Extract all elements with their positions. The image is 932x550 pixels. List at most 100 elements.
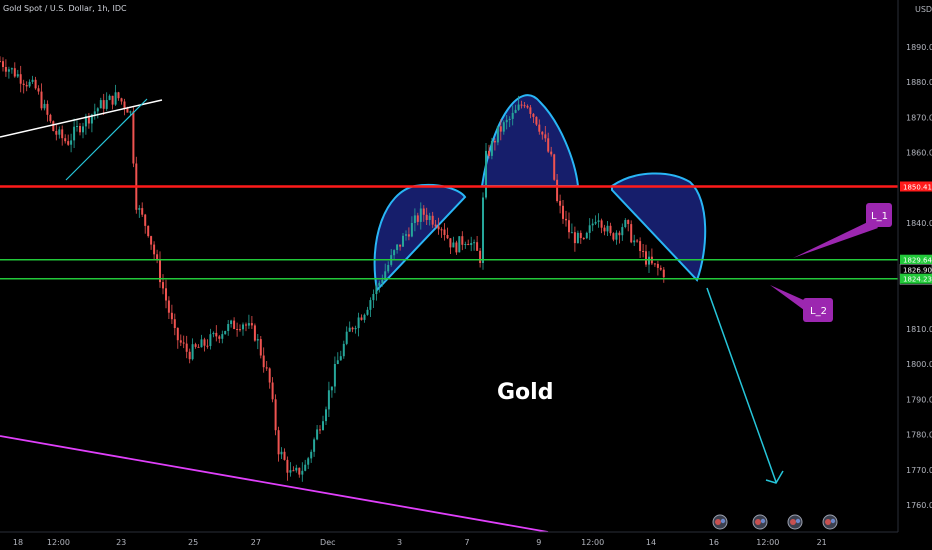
candle-body <box>609 225 612 234</box>
time-tick-label: Dec <box>320 538 335 547</box>
candle-body <box>265 367 268 369</box>
candle-body <box>79 126 81 133</box>
candle-body <box>467 244 470 245</box>
candle-body <box>49 114 52 122</box>
cyan-trend-line[interactable] <box>65 98 148 181</box>
candle-body <box>2 61 4 67</box>
candle-body <box>7 69 10 72</box>
candle-body <box>28 81 31 87</box>
candle-body <box>245 324 247 326</box>
flag-dot-icon <box>720 518 726 524</box>
candle-body <box>345 331 348 344</box>
candle-body <box>511 112 514 119</box>
candle-body <box>520 104 523 106</box>
candle-body <box>141 208 144 215</box>
candle-body <box>410 223 413 237</box>
candle-body <box>476 242 479 251</box>
flag-dot-icon <box>715 519 721 525</box>
candle-body <box>96 108 99 112</box>
pattern-shapes <box>373 94 707 293</box>
candle-body <box>378 282 381 286</box>
candle-body <box>413 215 416 223</box>
chart-watermark-label: Gold <box>497 380 553 405</box>
candle-body <box>144 214 147 226</box>
candles-layer <box>0 56 665 482</box>
candle-body <box>416 215 419 222</box>
candle-body <box>360 317 363 320</box>
candle-body <box>10 68 13 70</box>
candle-body <box>126 108 129 113</box>
callout-l1-label: L_1 <box>871 211 888 222</box>
candle-body <box>289 470 292 473</box>
left-shoulder-shape <box>373 184 467 293</box>
candle-body <box>132 111 135 164</box>
candle-body <box>236 329 239 330</box>
candle-body <box>351 327 354 330</box>
candle-body <box>659 267 662 270</box>
candle-body <box>573 232 576 244</box>
candle-body <box>55 131 58 135</box>
time-tick-label: 25 <box>188 538 198 547</box>
candle-body <box>645 251 647 265</box>
candle-body <box>70 140 73 145</box>
time-tick-label: 12:00 <box>47 538 70 547</box>
projection-arrow-line[interactable] <box>706 287 777 483</box>
magenta-trend-line[interactable] <box>0 435 549 533</box>
candle-body <box>76 126 78 127</box>
candle-body <box>170 312 173 320</box>
candle-body <box>419 208 422 222</box>
candle-body <box>443 229 446 235</box>
candle-body <box>25 85 28 87</box>
candle-body <box>82 126 84 133</box>
candle-body <box>582 238 585 239</box>
candle-body <box>363 314 366 320</box>
callout-l2-pointer <box>770 285 808 310</box>
candle-body <box>16 74 19 77</box>
flag-dot-icon <box>830 518 836 524</box>
candle-body <box>615 232 618 240</box>
candle-body <box>630 224 633 243</box>
candle-body <box>256 339 259 341</box>
event-icons <box>712 514 838 530</box>
candle-body <box>505 119 508 123</box>
candle-body <box>579 232 582 238</box>
candle-body <box>322 421 324 430</box>
candle-body <box>325 409 327 422</box>
candle-body <box>529 107 532 114</box>
price-tick-label: 1800.00 <box>906 360 932 369</box>
time-tick-label: 23 <box>116 538 126 547</box>
candle-body <box>479 250 482 263</box>
price-tick-label: 1890.00 <box>906 43 932 52</box>
candle-body <box>93 111 96 115</box>
candle-body <box>188 351 191 360</box>
candle-body <box>523 105 526 107</box>
flag-dot-icon <box>825 519 831 525</box>
gold-chart[interactable]: L_1 L_2 1760.00 1770.00 1780.00 1790.00 1800.… <box>0 0 932 550</box>
candle-body <box>565 218 567 221</box>
price-tick-label: 1780.00 <box>906 431 932 440</box>
candle-body <box>550 151 553 155</box>
candle-body <box>73 126 76 141</box>
candle-body <box>399 244 402 247</box>
candle-body <box>185 343 188 352</box>
candle-body <box>173 319 176 328</box>
candle-body <box>538 124 541 132</box>
candle-body <box>636 240 639 242</box>
currency-label: USD <box>915 5 932 14</box>
candle-body <box>286 459 289 473</box>
candle-body <box>333 364 336 387</box>
candle-body <box>473 242 476 244</box>
candle-body <box>493 140 496 143</box>
price-tag-label: 1829.64 <box>903 257 932 265</box>
candle-body <box>292 470 295 472</box>
candle-body <box>13 68 16 77</box>
candle-body <box>642 251 645 252</box>
price-tick-label: 1880.00 <box>906 78 932 87</box>
candle-body <box>372 294 375 301</box>
candle-body <box>150 236 153 245</box>
price-tag-label: 1826.90 <box>903 266 932 274</box>
candle-body <box>499 126 502 132</box>
candle-body <box>458 236 461 253</box>
candle-body <box>446 235 449 239</box>
time-tick-label: 7 <box>464 538 469 547</box>
